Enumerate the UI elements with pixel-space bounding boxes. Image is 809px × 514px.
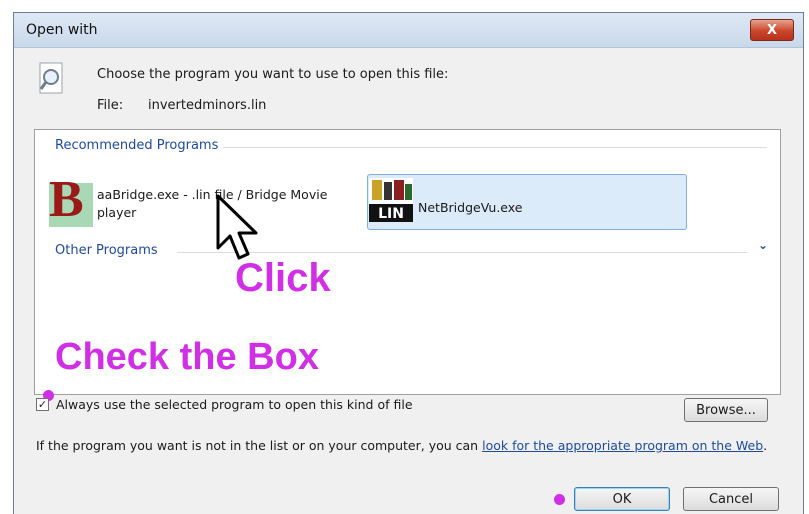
mouse-pointer-icon bbox=[216, 194, 258, 260]
prompt-text: Choose the program you want to use to op… bbox=[97, 67, 449, 82]
cancel-button[interactable]: Cancel bbox=[683, 487, 779, 511]
file-name: invertedminors.lin bbox=[148, 98, 267, 113]
open-with-dialog: Open with X Choose the program you want … bbox=[13, 12, 804, 514]
info-text: If the program you want is not in the li… bbox=[36, 438, 768, 453]
file-search-icon bbox=[39, 62, 63, 94]
ok-annotation-dot bbox=[554, 494, 565, 505]
always-use-label: Always use the selected program to open … bbox=[56, 397, 413, 412]
ok-button[interactable]: OK bbox=[574, 487, 670, 511]
other-divider bbox=[177, 252, 747, 253]
program-item-netbridgevu[interactable] bbox=[367, 174, 687, 230]
browse-button[interactable]: Browse... bbox=[684, 398, 768, 422]
click-annotation: Click bbox=[235, 256, 331, 300]
web-search-link[interactable]: look for the appropriate program on the … bbox=[482, 438, 763, 453]
ok-button-label: OK bbox=[612, 491, 632, 507]
aabridge-icon: B bbox=[49, 173, 93, 227]
close-icon: X bbox=[766, 22, 778, 38]
recommended-divider bbox=[223, 147, 767, 148]
window-title: Open with bbox=[26, 22, 98, 38]
program-label-netbridgevu: NetBridgeVu.exe bbox=[418, 200, 523, 215]
check-box-annotation: Check the Box bbox=[55, 336, 319, 378]
svg-text:LIN: LIN bbox=[378, 206, 404, 222]
chevron-down-icon[interactable]: ⌄ bbox=[758, 238, 768, 252]
always-use-checkbox[interactable]: ✓ bbox=[36, 398, 49, 411]
browse-button-label: Browse... bbox=[696, 402, 756, 418]
program-list[interactable]: Recommended Programs B aaBridge.exe - .l… bbox=[34, 129, 781, 401]
close-button[interactable]: X bbox=[750, 19, 794, 41]
recommended-programs-heading: Recommended Programs bbox=[55, 138, 219, 153]
file-label: File: bbox=[97, 98, 124, 113]
other-programs-heading[interactable]: Other Programs bbox=[55, 243, 158, 258]
cancel-button-label: Cancel bbox=[708, 491, 754, 507]
title-bar: Open with X bbox=[14, 13, 803, 48]
lin-file-icon: LIN bbox=[369, 178, 413, 222]
